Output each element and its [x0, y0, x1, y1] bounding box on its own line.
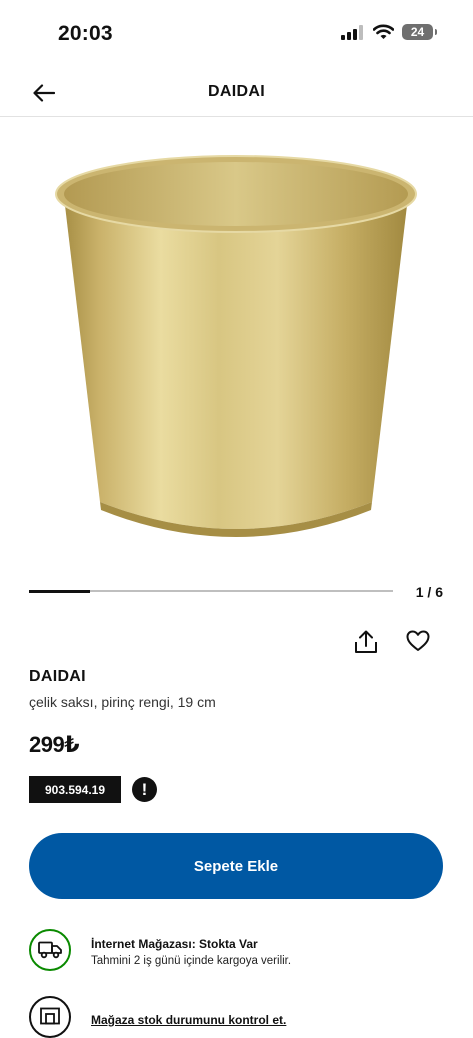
image-counter: 1 / 6: [415, 584, 443, 600]
share-icon: [355, 630, 377, 653]
store-stock-link[interactable]: Mağaza stok durumunu kontrol et.: [91, 1013, 286, 1027]
truck-icon: [38, 941, 62, 959]
signal-icon: [341, 24, 363, 40]
article-number-badge: 903.594.19: [29, 776, 121, 803]
add-to-cart-button[interactable]: Sepete Ekle: [29, 833, 443, 899]
carousel-progress-fill: [29, 589, 90, 593]
online-stock-subtitle: Tahmini 2 iş günü içinde kargoya verilir…: [91, 955, 292, 967]
image-carousel-progress[interactable]: [29, 589, 393, 593]
store-icon: [40, 1007, 60, 1025]
product-image[interactable]: [50, 150, 422, 560]
product-name: DAIDAI: [29, 668, 86, 685]
store-status-icon: [29, 996, 71, 1038]
online-stock-title: İnternet Mağazası: Stokta Var: [91, 937, 258, 951]
favorite-button[interactable]: [404, 627, 432, 655]
status-time: 20:03: [58, 22, 113, 45]
nav-bar: DAIDAI: [0, 70, 473, 117]
battery-icon: 24: [402, 24, 437, 40]
product-price: 299₺: [29, 732, 80, 757]
page-title: DAIDAI: [208, 83, 265, 100]
delivery-status-icon: [29, 929, 71, 971]
heart-icon: [406, 630, 430, 651]
status-bar: 20:03 24: [0, 0, 473, 70]
share-button[interactable]: [352, 628, 380, 656]
alert-icon[interactable]: !: [132, 777, 157, 802]
status-icons: 24: [341, 24, 437, 40]
product-description: çelik saksı, pirinç rengi, 19 cm: [29, 694, 216, 710]
wifi-icon: [373, 24, 394, 39]
